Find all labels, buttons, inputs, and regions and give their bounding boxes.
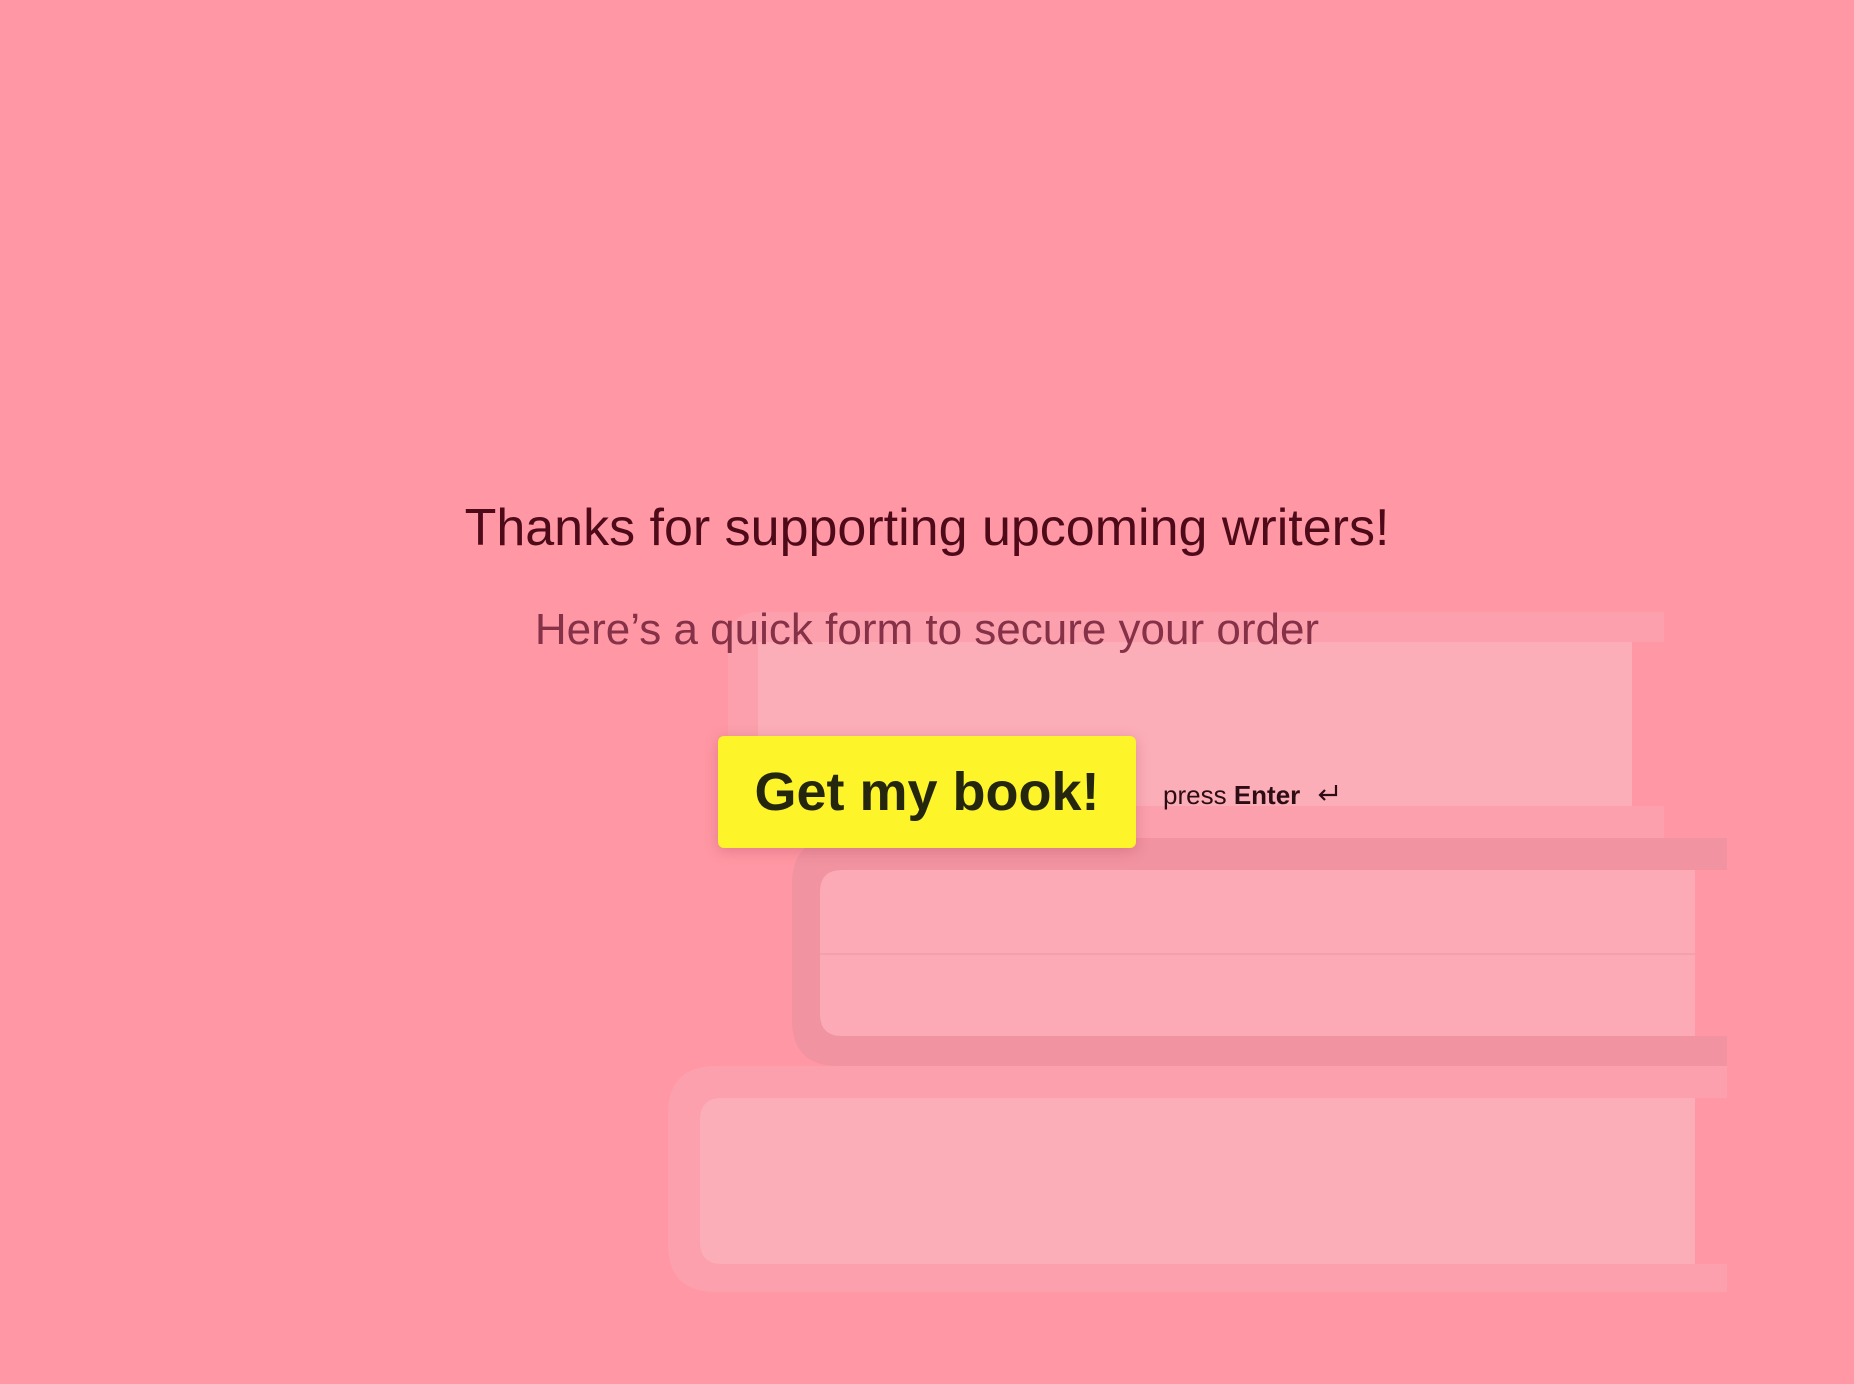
get-my-book-button[interactable]: Get my book! (718, 736, 1136, 848)
page-subtitle: Here’s a quick form to secure your order (534, 605, 1320, 654)
page-title: Thanks for supporting upcoming writers! (464, 499, 1390, 557)
hint-key: Enter (1233, 780, 1301, 810)
keyboard-hint: press Enter (1163, 778, 1340, 812)
welcome-screen: Thanks for supporting upcoming writers! … (0, 0, 1854, 1384)
book-stack-illustration (668, 612, 1727, 1292)
return-arrow-icon (1316, 778, 1340, 812)
hint-prefix: press (1163, 780, 1227, 810)
bottom-book (668, 1066, 1727, 1292)
middle-book (792, 838, 1727, 1066)
